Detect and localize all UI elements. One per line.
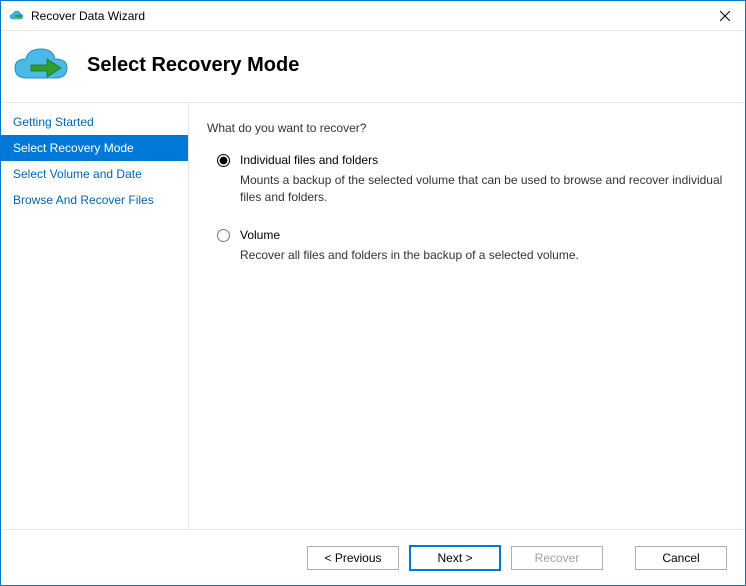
question-label: What do you want to recover?	[207, 121, 723, 135]
titlebar: Recover Data Wizard	[1, 1, 745, 31]
cancel-button[interactable]: Cancel	[635, 546, 727, 570]
footer: < Previous Next > Recover Cancel	[1, 529, 745, 585]
option-volume-label: Volume	[240, 228, 723, 242]
body: Getting Started Select Recovery Mode Sel…	[1, 102, 745, 529]
option-volume-desc: Recover all files and folders in the bac…	[240, 248, 579, 262]
titlebar-title: Recover Data Wizard	[31, 9, 705, 23]
wizard-window: Recover Data Wizard Select Recovery Mode…	[0, 0, 746, 586]
radio-individual[interactable]	[217, 154, 230, 167]
app-cloud-icon	[9, 8, 25, 24]
close-button[interactable]	[705, 1, 745, 31]
recover-button: Recover	[511, 546, 603, 570]
option-individual[interactable]: Individual files and folders Mounts a ba…	[207, 153, 723, 206]
option-individual-desc: Mounts a backup of the selected volume t…	[240, 173, 722, 204]
sidebar-item-select-recovery-mode[interactable]: Select Recovery Mode	[1, 135, 188, 161]
header-cloud-icon	[13, 46, 69, 84]
previous-button[interactable]: < Previous	[307, 546, 399, 570]
option-individual-label: Individual files and folders	[240, 153, 723, 167]
page-title: Select Recovery Mode	[87, 54, 299, 77]
sidebar-item-getting-started[interactable]: Getting Started	[1, 109, 188, 135]
next-button[interactable]: Next >	[409, 545, 501, 571]
sidebar: Getting Started Select Recovery Mode Sel…	[1, 102, 189, 529]
header: Select Recovery Mode	[1, 31, 745, 102]
option-volume[interactable]: Volume Recover all files and folders in …	[207, 228, 723, 264]
radio-volume[interactable]	[217, 229, 230, 242]
sidebar-item-browse-and-recover-files[interactable]: Browse And Recover Files	[1, 187, 188, 213]
close-icon	[720, 11, 730, 21]
main-panel: What do you want to recover? Individual …	[189, 102, 745, 529]
sidebar-item-select-volume-and-date[interactable]: Select Volume and Date	[1, 161, 188, 187]
